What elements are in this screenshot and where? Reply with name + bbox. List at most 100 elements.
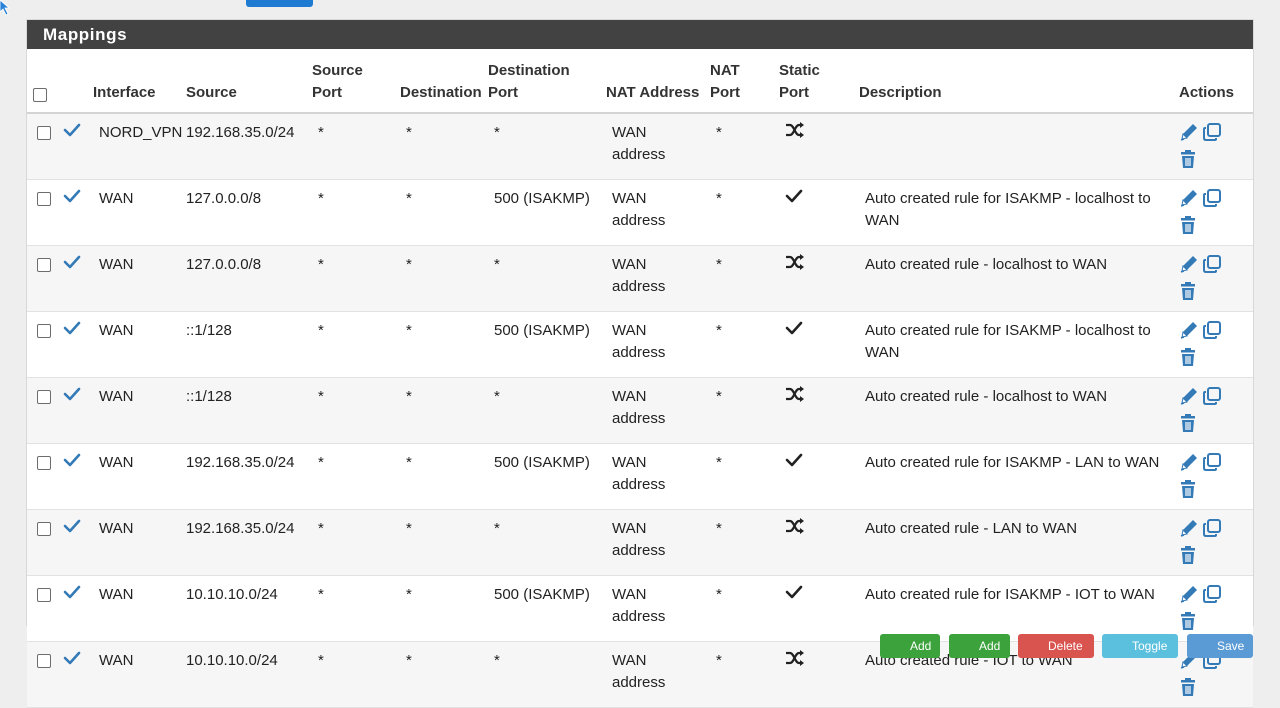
row-checkbox[interactable]: [37, 324, 51, 338]
col-source[interactable]: Source: [186, 49, 312, 114]
cell-destination-port: 500 (ISAKMP): [494, 190, 590, 207]
cell-destination: *: [406, 322, 412, 339]
cell-nat-address-line: address: [612, 344, 666, 361]
row-checkbox[interactable]: [37, 258, 51, 272]
copy-icon[interactable]: [1202, 254, 1222, 281]
top-button[interactable]: [246, 0, 313, 7]
copy-icon[interactable]: [1202, 386, 1222, 413]
cell-destination-port: *: [494, 520, 500, 537]
add-bottom-button[interactable]: Add: [949, 634, 1010, 658]
col-destination[interactable]: Destination: [400, 49, 488, 114]
cell-source-port: *: [318, 454, 324, 471]
cell-source-port: *: [318, 322, 324, 339]
copy-icon[interactable]: [1202, 122, 1222, 149]
cell-interface: WAN: [99, 454, 134, 471]
select-all-checkbox[interactable]: [33, 88, 47, 102]
cell-description: Auto created rule - LAN to WAN: [865, 520, 1078, 537]
static-port-shuffle-icon: [785, 254, 805, 274]
edit-pencil-icon[interactable]: [1179, 320, 1199, 347]
cell-description: Auto created rule for ISAKMP - LAN to WA…: [865, 454, 1160, 471]
copy-icon[interactable]: [1202, 188, 1222, 215]
row-checkbox[interactable]: [37, 654, 51, 668]
delete-trash-icon[interactable]: [1179, 479, 1197, 506]
edit-pencil-icon[interactable]: [1179, 122, 1199, 149]
table-row[interactable]: NORD_VPN 192.168.35.0/24 * * * WAN address *: [27, 113, 1253, 180]
cell-source: 192.168.35.0/24: [186, 124, 295, 141]
add-top-button[interactable]: Add: [880, 634, 940, 658]
cell-destination-port: 500 (ISAKMP): [494, 454, 590, 471]
enabled-check-icon: [63, 650, 81, 672]
cell-interface: WAN: [99, 388, 134, 405]
table-row[interactable]: WAN 10.10.10.0/24 * * 500 (ISAKMP) WAN address…: [27, 575, 1253, 642]
col-destination-port[interactable]: Destination Port: [488, 49, 606, 114]
delete-trash-icon[interactable]: [1179, 545, 1197, 572]
copy-icon[interactable]: [1202, 452, 1222, 479]
delete-trash-icon[interactable]: [1179, 677, 1197, 704]
cell-nat-port: *: [716, 586, 722, 603]
copy-icon[interactable]: [1202, 320, 1222, 347]
table-row[interactable]: WAN 127.0.0.0/8 * * * WAN address * Auto created…: [27, 245, 1253, 312]
enabled-check-icon: [63, 386, 81, 408]
edit-pencil-icon[interactable]: [1179, 452, 1199, 479]
edit-pencil-icon[interactable]: [1179, 254, 1199, 281]
cell-description: Auto created rule for ISAKMP - IOT to WA…: [865, 586, 1155, 603]
col-nat-port[interactable]: NAT Port: [710, 49, 779, 114]
cell-nat-address-line: address: [612, 410, 666, 427]
edit-pencil-icon[interactable]: [1179, 188, 1199, 215]
table-row[interactable]: WAN::1/128 * * * WAN address * Auto created rul…: [27, 377, 1253, 444]
row-checkbox[interactable]: [37, 390, 51, 404]
table-row[interactable]: WAN 192.168.35.0/24 * * * WAN address * Auto cre…: [27, 509, 1253, 576]
enabled-check-icon: [63, 122, 81, 144]
col-description[interactable]: Description: [859, 49, 1179, 114]
cell-nat-port: *: [716, 388, 722, 405]
cell-destination-port: 500 (ISAKMP): [494, 322, 590, 339]
table-row[interactable]: WAN::1/128 * * 500 (ISAKMP) WAN address * Auto …: [27, 311, 1253, 378]
col-nat-address[interactable]: NAT Address: [606, 49, 710, 114]
copy-icon[interactable]: [1202, 518, 1222, 545]
cell-nat-address-line: address: [612, 476, 666, 493]
edit-pencil-icon[interactable]: [1179, 386, 1199, 413]
cell-nat-port: *: [716, 190, 722, 207]
save-button[interactable]: Save: [1187, 634, 1253, 658]
table-row[interactable]: WAN 192.168.35.0/24 * * 500 (ISAKMP) WAN addre…: [27, 443, 1253, 510]
col-static-port[interactable]: Static Port: [779, 49, 859, 114]
cell-nat-address-line: address: [612, 278, 666, 295]
delete-button[interactable]: Delete: [1018, 634, 1094, 658]
edit-pencil-icon[interactable]: [1179, 584, 1199, 611]
toggle-button[interactable]: Toggle: [1102, 634, 1178, 658]
cell-nat-port: *: [716, 322, 722, 339]
row-checkbox[interactable]: [37, 192, 51, 206]
cell-interface: WAN: [99, 586, 134, 603]
static-port-shuffle-icon: [785, 386, 805, 406]
copy-icon[interactable]: [1202, 584, 1222, 611]
row-checkbox[interactable]: [37, 522, 51, 536]
cell-destination-port: 500 (ISAKMP): [494, 586, 590, 603]
cell-description-line: Auto created rule for ISAKMP - localhost…: [865, 322, 1151, 339]
cell-nat-address-line: WAN: [612, 520, 647, 537]
static-port-check-icon: [785, 321, 803, 339]
row-checkbox[interactable]: [37, 456, 51, 470]
cell-interface: WAN: [99, 322, 134, 339]
delete-trash-icon[interactable]: [1179, 281, 1197, 308]
cell-nat-address-line: WAN: [612, 652, 647, 669]
delete-trash-icon[interactable]: [1179, 413, 1197, 440]
cell-description: Auto created rule - localhost to WAN: [865, 388, 1108, 405]
delete-trash-icon[interactable]: [1179, 149, 1197, 176]
row-checkbox[interactable]: [37, 588, 51, 602]
cell-source: 10.10.10.0/24: [186, 586, 278, 603]
static-port-shuffle-icon: [785, 122, 805, 142]
static-port-check-icon: [785, 189, 803, 207]
cell-interface: NORD_VPN: [99, 124, 183, 141]
table-row[interactable]: WAN 127.0.0.0/8 * * 500 (ISAKMP) WAN address * A…: [27, 179, 1253, 246]
col-interface[interactable]: Interface: [93, 49, 186, 114]
delete-trash-icon[interactable]: [1179, 347, 1197, 374]
col-source-port[interactable]: Source Port: [312, 49, 400, 114]
cell-nat-port: *: [716, 256, 722, 273]
edit-pencil-icon[interactable]: [1179, 518, 1199, 545]
row-checkbox[interactable]: [37, 126, 51, 140]
cell-nat-address-line: address: [612, 212, 666, 229]
cell-destination-port: *: [494, 124, 500, 141]
cell-interface: WAN: [99, 256, 134, 273]
delete-trash-icon[interactable]: [1179, 215, 1197, 242]
cell-destination: *: [406, 652, 412, 669]
